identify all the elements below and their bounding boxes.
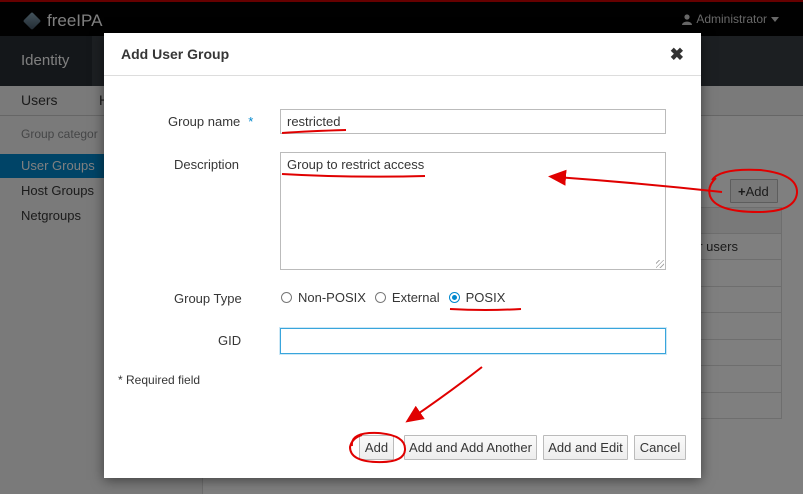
radio-posix-label: POSIX: [465, 290, 506, 305]
cancel-button[interactable]: Cancel: [634, 435, 686, 460]
radio-button-icon[interactable]: [374, 292, 386, 303]
add-and-edit-button[interactable]: Add and Edit: [543, 435, 628, 460]
group-type-radio-group: Non-POSIX External POSIX: [281, 290, 514, 305]
radio-button-icon[interactable]: [281, 292, 292, 303]
close-icon[interactable]: ✖: [670, 45, 684, 65]
dialog-title: Add User Group: [121, 46, 230, 62]
radio-non-posix[interactable]: Non-POSIX: [281, 290, 366, 305]
required-field-note: * Required field: [118, 373, 201, 387]
radio-button-checked-icon[interactable]: [448, 292, 460, 303]
description-wrapper: Group to restrict access: [280, 152, 666, 270]
gid-input[interactable]: [280, 328, 666, 354]
add-user-group-dialog: Add User Group ✖ Group name * Description…: [104, 33, 701, 478]
resize-grip-icon[interactable]: [656, 260, 664, 268]
add-and-add-another-button[interactable]: Add and Add Another: [404, 435, 537, 460]
group-name-label: Group name *: [168, 114, 253, 129]
gid-label: GID: [218, 333, 242, 348]
add-button[interactable]: Add: [359, 435, 394, 460]
description-label: Description: [174, 157, 240, 172]
required-star: *: [248, 114, 254, 129]
group-name-label-text: Group name: [168, 114, 241, 129]
group-type-label: Group Type: [174, 291, 242, 306]
group-name-input[interactable]: [280, 109, 666, 134]
radio-non-posix-label: Non-POSIX: [298, 290, 366, 305]
radio-external[interactable]: External: [374, 290, 440, 305]
description-textarea[interactable]: Group to restrict access: [280, 152, 666, 270]
radio-external-label: External: [391, 290, 440, 305]
radio-posix[interactable]: POSIX: [448, 290, 506, 305]
dialog-header: Add User Group ✖: [104, 33, 701, 76]
